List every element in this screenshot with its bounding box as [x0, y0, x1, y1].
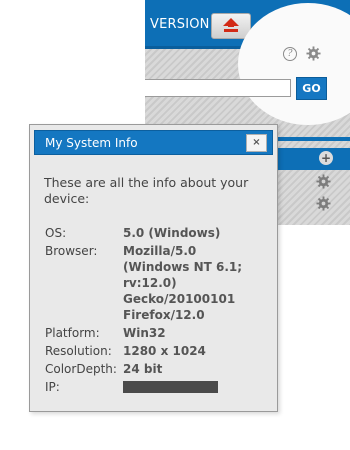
browser-value: Mozilla/5.0 (Windows NT 6.1; rv:12.0) Ge…: [123, 244, 243, 322]
help-icon[interactable]: ?: [283, 47, 297, 61]
os-value: 5.0 (Windows): [123, 226, 221, 240]
gear-icon[interactable]: [316, 174, 331, 189]
os-label: OS:: [45, 226, 67, 240]
system-info-table: OS: 5.0 (Windows) Browser: Mozilla/5.0 (…: [45, 225, 258, 399]
plus-icon[interactable]: +: [319, 151, 333, 165]
dialog-title: My System Info: [45, 136, 138, 150]
info-row-colordepth: ColorDepth: 24 bit: [45, 361, 258, 379]
gear-icon[interactable]: [306, 46, 321, 61]
close-button[interactable]: ×: [246, 134, 267, 152]
platform-value: Win32: [123, 326, 166, 340]
browser-label: Browser:: [45, 244, 98, 258]
go-button[interactable]: GO: [296, 77, 327, 100]
colordepth-label: ColorDepth:: [45, 362, 117, 376]
system-info-dialog: My System Info × These are all the info …: [29, 124, 278, 412]
info-row-browser: Browser: Mozilla/5.0 (Windows NT 6.1; rv…: [45, 243, 258, 325]
up-arrow-icon: [223, 18, 239, 32]
dialog-titlebar[interactable]: My System Info ×: [34, 130, 273, 155]
ip-redacted-bar: [123, 381, 218, 393]
info-row-os: OS: 5.0 (Windows): [45, 225, 258, 243]
search-input[interactable]: [145, 79, 291, 97]
info-row-resolution: Resolution: 1280 x 1024: [45, 343, 258, 361]
info-row-platform: Platform: Win32: [45, 325, 258, 343]
ip-label: IP:: [45, 380, 60, 394]
resolution-value: 1280 x 1024: [123, 344, 206, 358]
info-row-ip: IP:: [45, 379, 258, 399]
version-label[interactable]: VERSION: [150, 17, 210, 32]
platform-label: Platform:: [45, 326, 100, 340]
colordepth-value: 24 bit: [123, 362, 163, 376]
ip-value: [123, 379, 258, 399]
dialog-intro-text: These are all the info about your device…: [44, 175, 249, 206]
gear-icon[interactable]: [316, 196, 331, 211]
resolution-label: Resolution:: [45, 344, 112, 358]
